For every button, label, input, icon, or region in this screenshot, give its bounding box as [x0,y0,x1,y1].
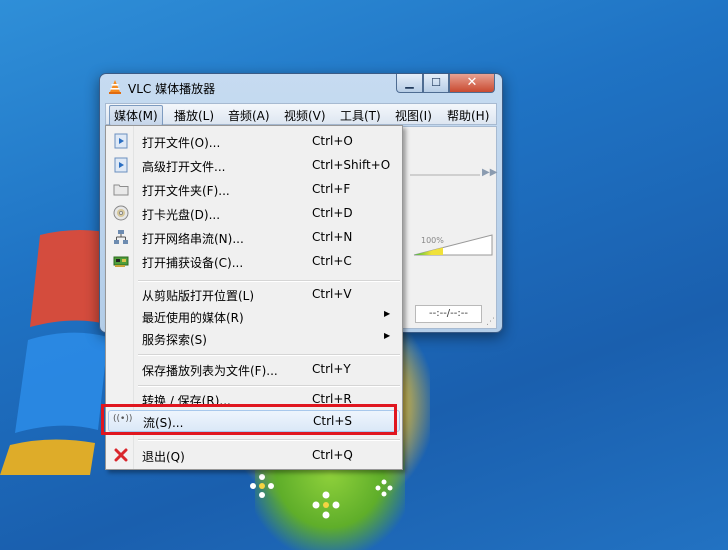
red-highlight-box [101,404,397,435]
volume-slider[interactable] [413,233,493,256]
menu-item-shortcut: Ctrl+O [312,134,353,148]
close-icon: ✕ [466,75,478,90]
menu-item-label: 高级打开文件... [142,160,226,174]
menu-item-services-discovery[interactable]: 服务探索(S) ▶ [106,327,402,349]
menu-item-label: 打卡光盘(D)... [142,208,221,222]
vlc-cone-icon [109,80,121,94]
fast-forward-icon[interactable]: ▶▶ [482,167,497,179]
menu-item-shortcut: Ctrl+N [312,230,353,244]
menu-media[interactable]: 媒体(M) [109,105,163,126]
menu-item-open-folder[interactable]: 打开文件夹(F)... Ctrl+F [106,178,402,200]
menu-tools[interactable]: 工具(T) [340,107,381,124]
menu-item-open-capture[interactable]: 打开捕获设备(C)... Ctrl+C [106,250,402,272]
flower-decoration [250,474,274,498]
menu-item-shortcut: Ctrl+Y [312,362,351,376]
play-file-icon [114,157,128,173]
menu-item-recent-media[interactable]: 最近使用的媒体(R) ▶ [106,305,402,327]
menu-playback[interactable]: 播放(L) [174,107,214,124]
menu-item-open-file[interactable]: 打开文件(O)... Ctrl+O [106,130,402,152]
menu-item-save-playlist[interactable]: 保存播放列表为文件(F)... Ctrl+Y [106,358,402,380]
window-title: VLC 媒体播放器 [128,82,216,96]
capture-card-icon [113,256,129,267]
seek-slider[interactable] [410,174,480,176]
menu-item-shortcut: Ctrl+D [312,206,353,220]
menu-item-label: 打开文件(O)... [142,136,221,150]
flower-decoration [375,479,393,497]
title-bar[interactable]: VLC 媒体播放器 ▁ ☐ ✕ [100,74,502,100]
network-icon [114,230,128,244]
menu-item-shortcut: Ctrl+F [312,182,351,196]
menu-view[interactable]: 视图(I) [395,107,432,124]
menu-video[interactable]: 视频(V) [284,107,326,124]
menu-item-shortcut: Ctrl+V [312,287,352,301]
folder-icon [113,184,129,196]
minimize-button[interactable]: ▁ [396,74,423,93]
menu-item-label: 打开文件夹(F)... [142,184,230,198]
menu-item-label: 打开捕获设备(C)... [142,256,244,270]
menu-separator [138,385,400,387]
flower-decoration [312,491,340,519]
menu-help[interactable]: 帮助(H) [447,107,489,124]
menu-separator [138,439,400,441]
disc-icon [113,205,129,221]
submenu-arrow-icon: ▶ [384,309,391,318]
menu-item-label: 最近使用的媒体(R) [142,311,244,325]
menu-bar: 媒体(M) 播放(L) 音频(A) 视频(V) 工具(T) 视图(I) 帮助(H… [105,103,497,126]
exit-icon [114,448,128,462]
menu-item-label: 退出(Q) [142,450,185,464]
maximize-icon: ☐ [431,76,441,89]
menu-separator [138,354,400,356]
menu-item-quit[interactable]: 退出(Q) Ctrl+Q [106,444,402,466]
submenu-arrow-icon: ▶ [384,331,391,340]
menu-item-advanced-open[interactable]: 高级打开文件... Ctrl+Shift+O [106,154,402,176]
menu-item-shortcut: Ctrl+C [312,254,352,268]
menu-item-open-network[interactable]: 打开网络串流(N)... Ctrl+N [106,226,402,248]
menu-item-label: 服务探索(S) [142,333,207,347]
maximize-button[interactable]: ☐ [423,74,449,93]
menu-separator [138,280,400,282]
menu-audio[interactable]: 音频(A) [228,107,270,124]
resize-grip-icon[interactable]: ⋰ [486,317,496,327]
minimize-icon: ▁ [405,76,414,89]
menu-item-shortcut: Ctrl+Q [312,448,353,462]
play-file-icon [114,133,128,149]
menu-item-label: 从剪贴版打开位置(L) [142,289,255,303]
close-button[interactable]: ✕ [449,74,495,93]
menu-item-open-clipboard[interactable]: 从剪贴版打开位置(L) Ctrl+V [106,283,402,305]
menu-item-shortcut: Ctrl+Shift+O [312,158,391,172]
time-display: --:--/--:-- [415,305,482,323]
menu-item-label: 保存播放列表为文件(F)... [142,364,278,378]
menu-item-open-disc[interactable]: 打卡光盘(D)... Ctrl+D [106,202,402,224]
menu-item-label: 打开网络串流(N)... [142,232,244,246]
